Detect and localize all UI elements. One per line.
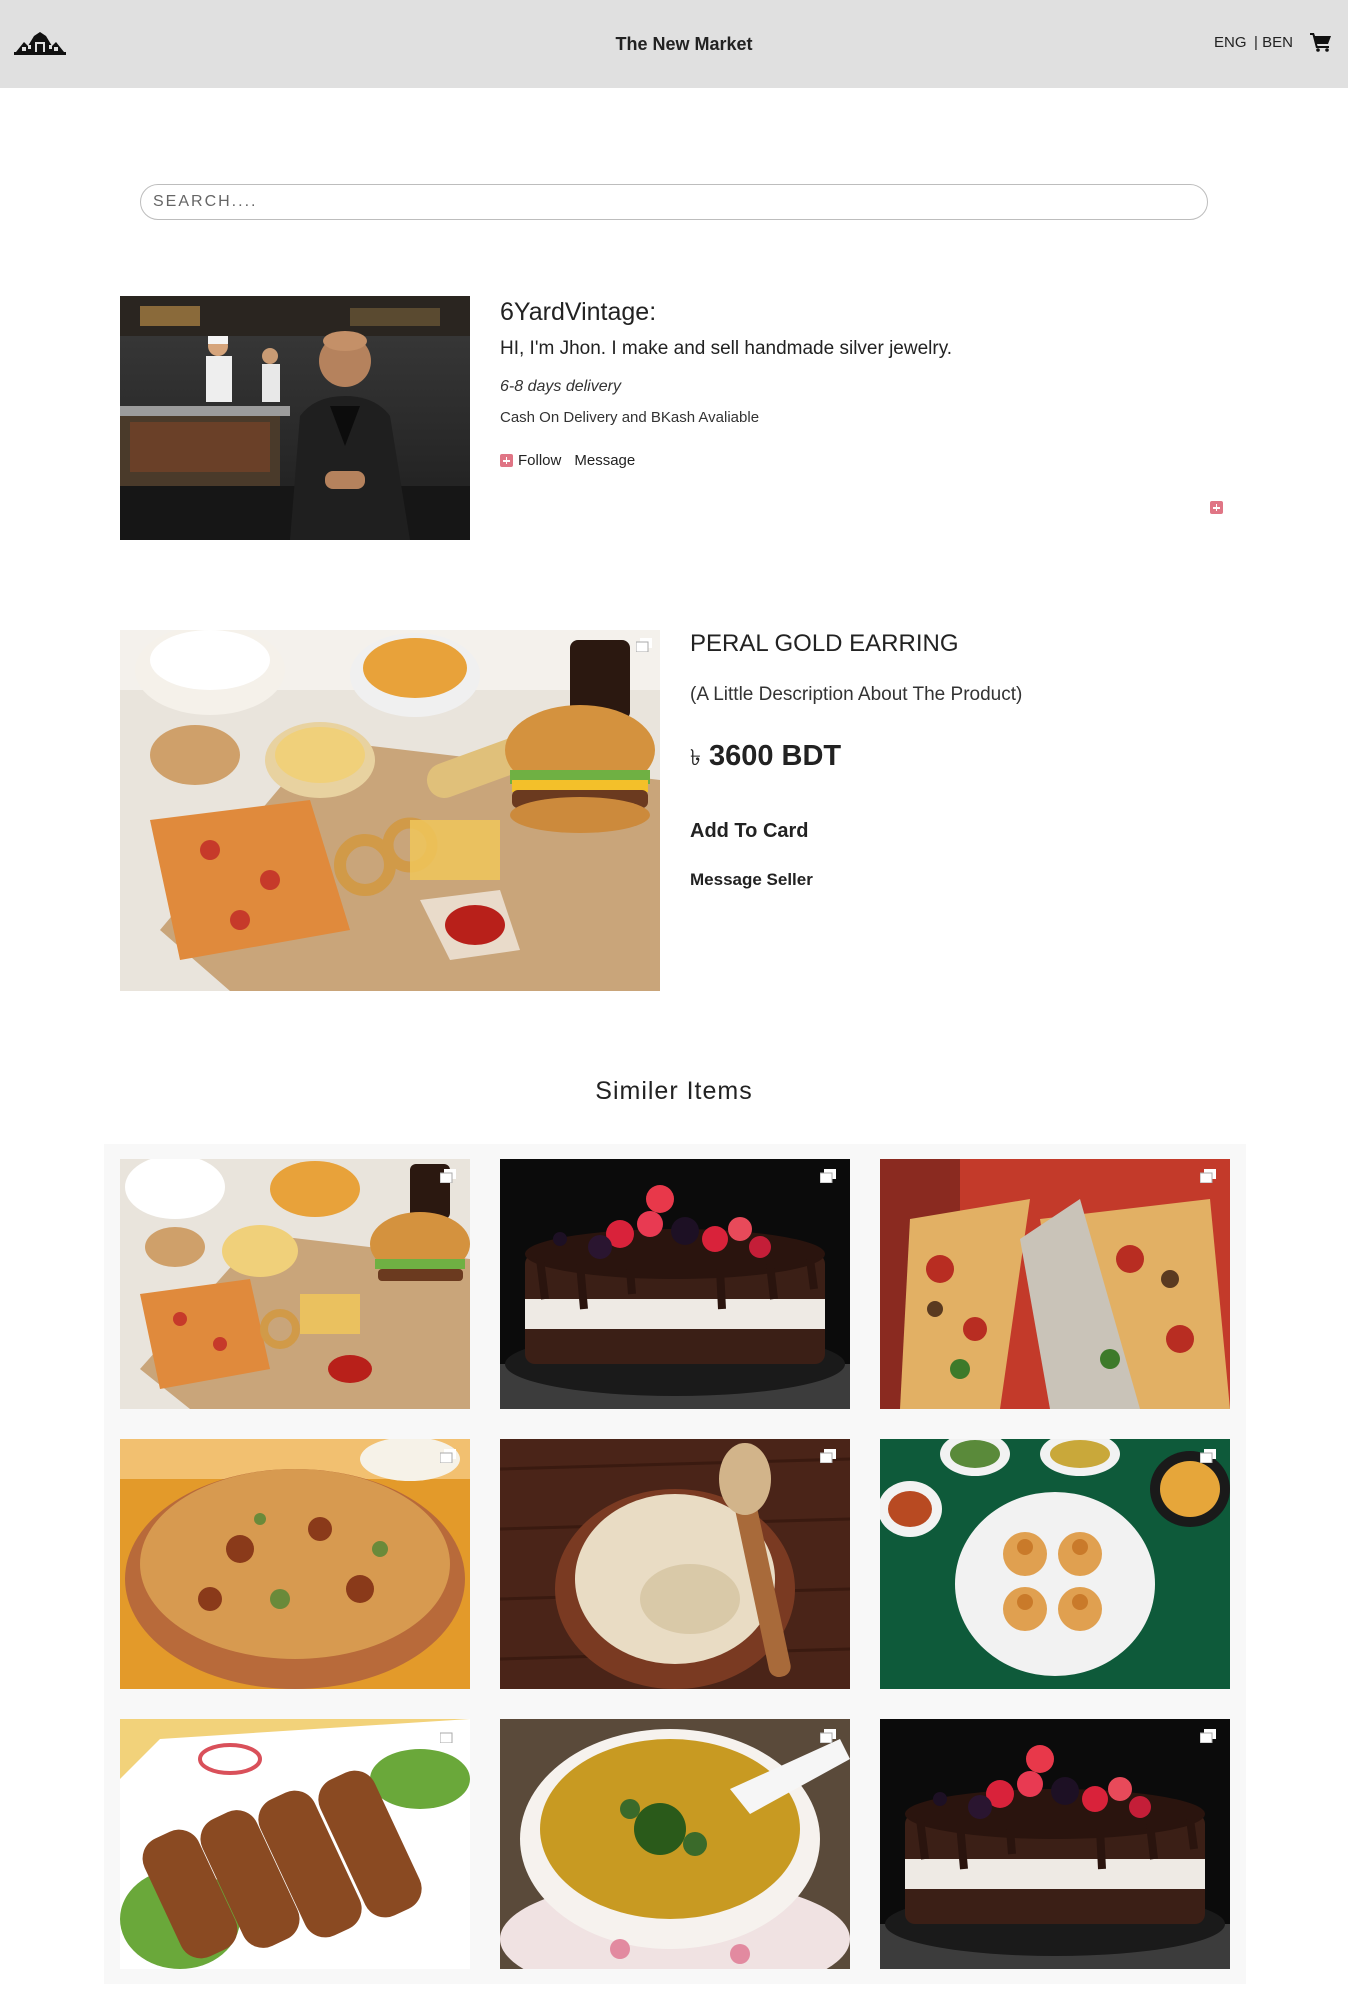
- seller-name[interactable]: 6YardVintage:: [500, 298, 656, 327]
- seller-photo: [120, 296, 470, 540]
- navbar: The New Market ENG | BEN: [0, 0, 1348, 88]
- similar-item-cake[interactable]: [500, 1159, 850, 1409]
- similar-item-lentil-soup[interactable]: [500, 1719, 850, 1969]
- message-button[interactable]: Message: [574, 452, 635, 469]
- language-eng-link[interactable]: ENG: [1214, 34, 1247, 51]
- taka-currency-icon: ৳: [690, 745, 701, 770]
- shopping-cart-icon[interactable]: [1310, 32, 1332, 52]
- message-seller-button[interactable]: Message Seller: [690, 870, 813, 890]
- follow-button[interactable]: Follow: [500, 452, 561, 469]
- language-ben-link[interactable]: | BEN: [1254, 34, 1293, 51]
- similar-item-biryani[interactable]: [120, 1439, 470, 1689]
- gallery-icon[interactable]: [636, 638, 652, 652]
- add-to-cart-button[interactable]: Add To Card: [690, 820, 809, 843]
- seller-payment-methods: Cash On Delivery and BKash Avaliable: [500, 409, 760, 426]
- gallery-icon: [1200, 1449, 1216, 1463]
- product-price: ৳ 3600 BDT: [690, 740, 841, 778]
- gallery-icon: [1200, 1729, 1216, 1743]
- price-value: 3600 BDT: [708, 740, 842, 772]
- gallery-icon: [440, 1449, 456, 1463]
- similar-items-heading: Similer Items: [595, 1077, 753, 1105]
- add-icon[interactable]: [1210, 501, 1223, 514]
- similar-item-cake-2[interactable]: [880, 1719, 1230, 1969]
- similar-item-seekh-kebab[interactable]: [120, 1719, 470, 1969]
- similar-item-pizza[interactable]: [880, 1159, 1230, 1409]
- gallery-icon: [820, 1729, 836, 1743]
- product-description: (A Little Description About The Product): [690, 684, 1023, 705]
- seller-actions: Follow Message: [500, 452, 635, 469]
- seller-delivery-time: 6-8 days delivery: [500, 378, 621, 395]
- gallery-icon: [440, 1729, 456, 1743]
- product-title: PERAL GOLD EARRING: [690, 630, 959, 657]
- similar-item-clay-pot-dessert[interactable]: [500, 1439, 850, 1689]
- product-image: [120, 630, 660, 991]
- search-input[interactable]: [140, 184, 1208, 220]
- similar-item-fast-food[interactable]: [120, 1159, 470, 1409]
- gallery-icon: [440, 1169, 456, 1183]
- gallery-icon: [820, 1449, 836, 1463]
- follow-label: Follow: [518, 452, 562, 469]
- brand-title[interactable]: The New Market: [0, 0, 1348, 88]
- gallery-icon: [1200, 1169, 1216, 1183]
- seller-bio: HI, I'm Jhon. I make and sell handmade s…: [500, 338, 953, 359]
- plus-icon: [500, 454, 513, 467]
- gallery-icon: [820, 1169, 836, 1183]
- similar-item-pani-puri[interactable]: [880, 1439, 1230, 1689]
